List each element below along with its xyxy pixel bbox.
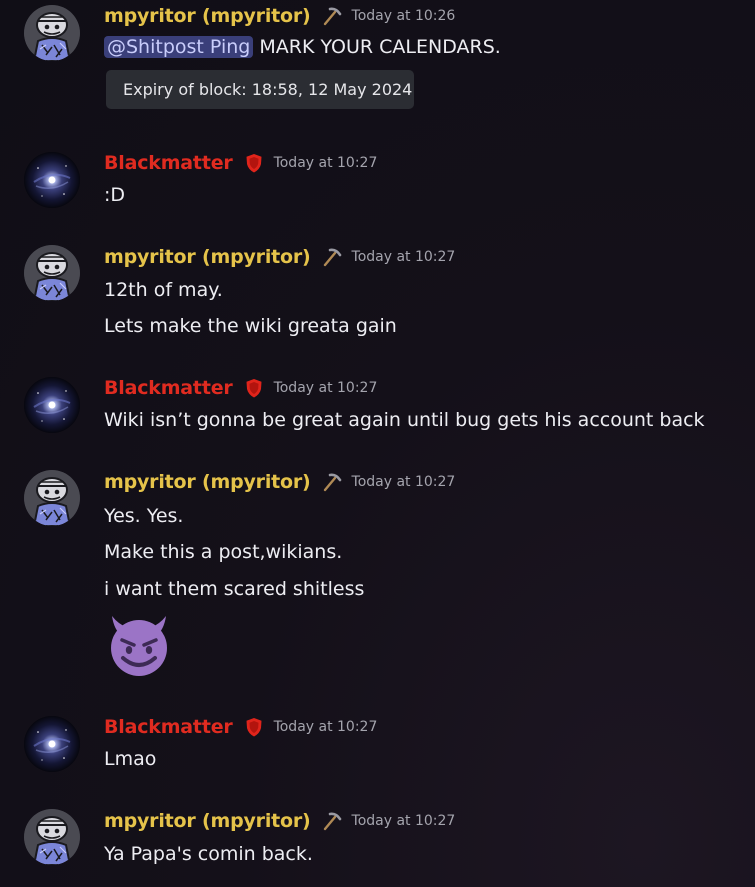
avatar[interactable] xyxy=(24,245,80,301)
message-text: Yes. Yes. xyxy=(104,505,184,527)
pickaxe-icon xyxy=(321,810,343,832)
pickaxe-icon xyxy=(321,5,343,27)
message-header: mpyritor (mpyritor) Today at 10:27 xyxy=(104,246,455,268)
timestamp: Today at 10:27 xyxy=(273,155,378,171)
author-name[interactable]: mpyritor (mpyritor) xyxy=(104,471,311,493)
avatar[interactable] xyxy=(24,470,80,526)
author-name[interactable]: mpyritor (mpyritor) xyxy=(104,5,311,27)
message-text: i want them scared shitless xyxy=(104,578,365,600)
message-line: @Shitpost Ping MARK YOUR CALENDARS. xyxy=(104,36,501,58)
avatar[interactable] xyxy=(24,716,80,772)
obscured-text: — — — — — — — — — — — — — — xyxy=(118,109,378,115)
pickaxe-icon xyxy=(321,246,343,268)
message-text: Lmao xyxy=(104,748,157,770)
message-header: mpyritor (mpyritor) Today at 10:26 xyxy=(104,5,455,27)
message-text: MARK YOUR CALENDARS. xyxy=(259,36,501,58)
avatar[interactable] xyxy=(24,152,80,208)
avatar[interactable] xyxy=(24,809,80,865)
author-name[interactable]: mpyritor (mpyritor) xyxy=(104,810,311,832)
message-text: Ya Papa's comin back. xyxy=(104,843,313,865)
message-header: mpyritor (mpyritor) Today at 10:27 xyxy=(104,471,455,493)
timestamp: Today at 10:27 xyxy=(351,813,456,829)
message-header: Blackmatter Today at 10:27 xyxy=(104,377,377,399)
author-name[interactable]: mpyritor (mpyritor) xyxy=(104,246,311,268)
message-text: Make this a post,wikians. xyxy=(104,541,343,563)
timestamp: Today at 10:27 xyxy=(273,380,378,396)
author-name[interactable]: Blackmatter xyxy=(104,152,233,174)
shield-icon xyxy=(243,152,265,174)
block-expiry-tooltip: Expiry of block: 18:58, 12 May 2024 xyxy=(106,70,414,109)
author-name[interactable]: Blackmatter xyxy=(104,716,233,738)
message-header: Blackmatter Today at 10:27 xyxy=(104,716,377,738)
timestamp: Today at 10:27 xyxy=(351,249,456,265)
timestamp: Today at 10:27 xyxy=(273,719,378,735)
message-text: :D xyxy=(104,184,126,206)
pickaxe-icon xyxy=(321,471,343,493)
timestamp: Today at 10:27 xyxy=(351,474,456,490)
message-text: 12th of may. xyxy=(104,279,223,301)
message-text: Lets make the wiki greata gain xyxy=(104,315,397,337)
smiling-imp-emoji[interactable] xyxy=(104,610,174,678)
message-header: mpyritor (mpyritor) Today at 10:27 xyxy=(104,810,455,832)
shield-icon xyxy=(243,716,265,738)
message-header: Blackmatter Today at 10:27 xyxy=(104,152,377,174)
avatar[interactable] xyxy=(24,5,80,61)
chat-view: { "colors": { "mpyritor_name": "#e5c34a"… xyxy=(0,0,755,887)
message-text: Wiki isn’t gonna be great again until bu… xyxy=(104,409,705,431)
shield-icon xyxy=(243,377,265,399)
author-name[interactable]: Blackmatter xyxy=(104,377,233,399)
role-mention[interactable]: @Shitpost Ping xyxy=(104,36,254,58)
timestamp: Today at 10:26 xyxy=(351,8,456,24)
avatar[interactable] xyxy=(24,377,80,433)
